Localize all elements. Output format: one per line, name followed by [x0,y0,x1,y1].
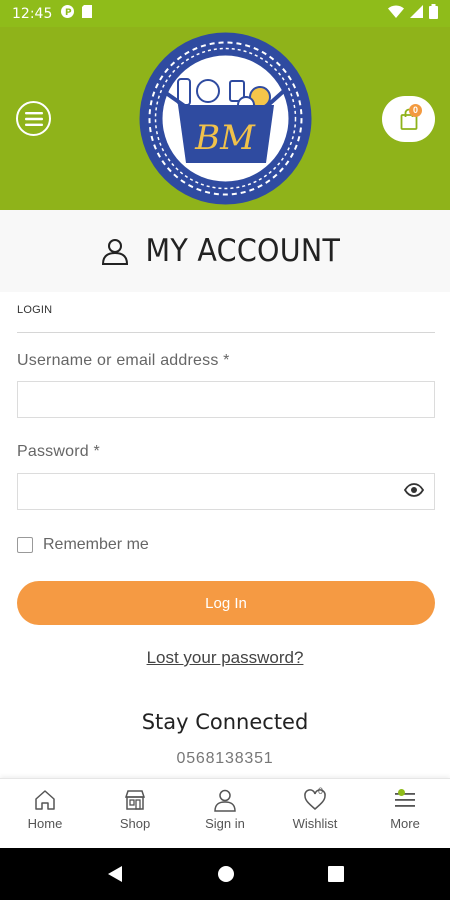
home-icon [35,790,55,810]
status-time: 12:45 [12,5,53,22]
logo-text: BM [194,118,256,158]
section-divider [17,332,435,333]
username-label: Username or email address * [17,352,230,369]
cart-count-badge: 0 [409,104,422,117]
sim-card-icon [81,4,93,23]
remember-me-label: Remember me [43,536,149,553]
password-label: Password * [17,443,100,460]
nav-label-more: More [390,816,420,831]
bottom-navigation: Home Shop Sign in 0 Wishlist More [0,778,450,848]
notification-app-icon: P [60,4,75,23]
more-indicator-dot [398,789,405,796]
nav-item-shop[interactable]: Shop [90,779,180,848]
signal-icon [410,5,423,22]
nav-label-home: Home [27,816,63,831]
home-circle-icon[interactable] [217,865,235,883]
hamburger-menu-button[interactable] [16,101,51,136]
login-button[interactable]: Log In [17,581,435,625]
svg-text:P: P [65,8,72,18]
recents-square-icon[interactable] [327,866,344,882]
hamburger-icon [24,111,43,126]
heart-icon [304,789,326,810]
page-title-band: MY ACCOUNT [0,210,450,292]
nav-item-wishlist[interactable]: 0 Wishlist [270,779,360,848]
user-icon [102,239,129,265]
shop-icon [124,790,146,810]
username-input[interactable] [17,381,435,418]
remember-me-checkbox[interactable] [17,537,33,553]
app-header: BM 0 [0,27,450,210]
login-section-label: LOGIN [17,304,53,316]
wishlist-count-badge: 0 [318,786,324,796]
show-password-eye-icon[interactable] [403,483,425,502]
battery-icon [429,4,438,23]
nav-item-more[interactable]: More [360,779,450,848]
menu-icon [395,793,415,807]
lost-password-link[interactable]: Lost your password? [147,648,304,667]
stay-connected-heading: Stay Connected [141,710,309,734]
remember-me-row[interactable]: Remember me [17,536,149,554]
store-logo[interactable]: BM [138,31,313,206]
nav-item-home[interactable]: Home [0,779,90,848]
cart-button[interactable]: 0 [382,96,435,142]
lost-password-row: Lost your password? [0,648,450,668]
nav-item-sign-in[interactable]: Sign in [180,779,270,848]
page-title: MY ACCOUNT [145,233,341,269]
nav-label-wishlist: Wishlist [292,816,338,831]
nav-label-shop: Shop [119,816,151,831]
user-icon [214,789,236,812]
contact-phone[interactable]: 0568138351 [0,750,450,768]
status-bar: 12:45 P [0,0,450,27]
nav-label-sign-in: Sign in [205,816,245,831]
back-icon[interactable] [106,865,124,883]
system-navigation-bar [0,848,450,900]
wifi-icon [388,5,404,22]
password-input[interactable] [17,473,435,510]
